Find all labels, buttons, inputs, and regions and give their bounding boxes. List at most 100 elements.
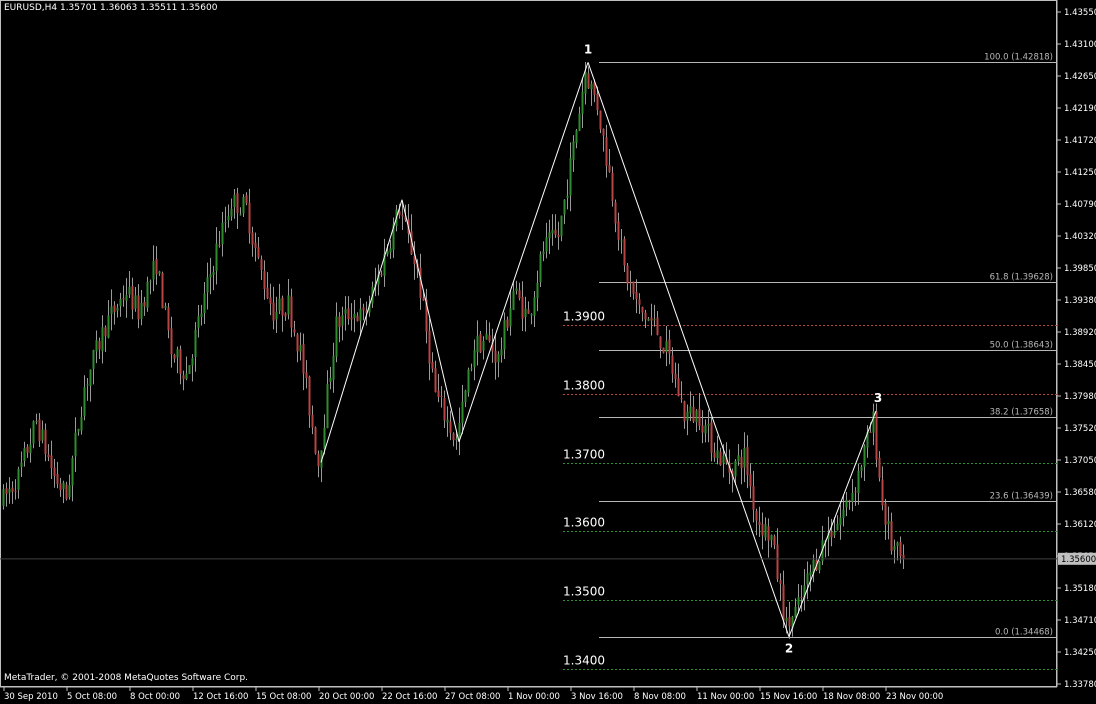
candle-body xyxy=(443,398,446,421)
candle-body xyxy=(860,466,863,471)
candle-body xyxy=(200,313,203,317)
candle-body xyxy=(623,238,626,266)
candle-body xyxy=(668,339,671,354)
candle-body xyxy=(44,429,47,454)
candle-body xyxy=(314,427,317,454)
candle-body xyxy=(659,336,662,349)
candle-body xyxy=(461,401,464,424)
fib-level-label: 100.0 (1.42818) xyxy=(984,53,1053,63)
candle-body xyxy=(401,214,404,217)
candle-body xyxy=(614,202,617,224)
candle-body xyxy=(518,290,521,299)
candle-body xyxy=(851,492,854,502)
candle-body xyxy=(584,71,587,94)
candle-body xyxy=(356,315,359,322)
candle-body xyxy=(248,202,251,234)
candle-body xyxy=(329,377,332,382)
candle-body xyxy=(863,446,866,467)
candle-body xyxy=(800,596,803,598)
candle-body xyxy=(23,448,26,461)
price-tick-label: 1.37520 xyxy=(1064,424,1096,434)
candle-body xyxy=(482,340,485,351)
price-tick-label: 1.34250 xyxy=(1064,648,1096,658)
candle-body xyxy=(167,307,170,331)
candle-body xyxy=(662,347,665,353)
time-tick-label: 27 Oct 08:00 xyxy=(445,692,500,702)
candle-body xyxy=(17,468,20,490)
candle-body xyxy=(32,421,35,444)
candle-body xyxy=(689,406,692,414)
candle-body xyxy=(35,421,38,423)
candle-body xyxy=(599,110,602,130)
candle-body xyxy=(710,422,713,453)
candle-body xyxy=(896,542,899,546)
candle-body xyxy=(527,309,530,314)
candle-body xyxy=(692,406,695,422)
candle-body xyxy=(842,509,845,518)
candle-body xyxy=(428,330,431,364)
candle-body xyxy=(779,580,782,584)
candle-body xyxy=(884,503,887,525)
wave-labels: 1 2 3 xyxy=(584,42,882,655)
candle-body xyxy=(161,273,164,309)
candle-body xyxy=(83,387,86,417)
candle-body xyxy=(647,318,650,321)
candle-body xyxy=(485,333,488,340)
candle-body xyxy=(785,617,788,622)
candle-body xyxy=(14,490,17,492)
candle-body xyxy=(539,254,542,283)
candle-body xyxy=(563,199,566,215)
candle-body xyxy=(269,297,272,304)
candle-body xyxy=(236,193,239,214)
candle-body xyxy=(695,410,698,423)
candle-body xyxy=(215,243,218,271)
time-tick-label: 8 Nov 08:00 xyxy=(634,692,686,702)
candle-body xyxy=(641,306,644,313)
time-axis[interactable]: 30 Sep 2010 5 Oct 08:00 8 Oct 00:00 12 Oct … xyxy=(3,687,943,702)
price-chart[interactable]: 1.3900 1.3800 1.3700 1.3600 1.3500 1.3400 100… xyxy=(0,0,1096,704)
candle-body xyxy=(806,573,809,585)
candle-body xyxy=(881,479,884,506)
level-label: 1.3700 xyxy=(563,448,605,462)
time-tick-label: 12 Oct 16:00 xyxy=(193,692,248,702)
candle-body xyxy=(794,606,797,618)
candle-body xyxy=(65,484,68,500)
price-tick-label: 1.39380 xyxy=(1064,296,1096,306)
candle-body xyxy=(479,334,482,353)
candle-body xyxy=(272,302,275,321)
current-price-label: 1.35600 xyxy=(1061,555,1096,565)
candle-body xyxy=(680,398,683,400)
candle-body xyxy=(62,482,65,489)
time-tick-label: 18 Nov 08:00 xyxy=(823,692,880,702)
horizontal-levels: 1.3900 1.3800 1.3700 1.3600 1.3500 1.3400 xyxy=(563,310,1057,670)
candle-body xyxy=(635,291,638,299)
candle-body xyxy=(149,280,152,282)
price-axis[interactable]: 1.43550 1.43100 1.42650 1.42190 1.41720 1.412… xyxy=(0,8,1096,690)
candle-body xyxy=(185,373,188,379)
candle-body xyxy=(50,455,53,469)
time-tick-label: 11 Nov 00:00 xyxy=(697,692,754,702)
candle-body xyxy=(590,83,593,90)
candle-body xyxy=(515,288,518,291)
candle-body xyxy=(104,327,107,337)
level-label: 1.3600 xyxy=(563,516,605,530)
candle-body xyxy=(464,390,467,403)
candle-body xyxy=(839,517,842,525)
candle-body xyxy=(158,271,161,274)
candle-body xyxy=(92,350,95,369)
candle-body xyxy=(362,307,365,311)
candle-body xyxy=(422,297,425,301)
candle-body xyxy=(221,222,224,245)
candle-body xyxy=(263,270,266,289)
candle-body xyxy=(305,372,308,379)
candle-body xyxy=(41,429,44,441)
candle-body xyxy=(578,113,581,131)
candle-body xyxy=(218,244,221,246)
candle-body xyxy=(29,444,32,454)
candle-body xyxy=(194,329,197,358)
price-tick-label: 1.34710 xyxy=(1064,616,1096,626)
candle-body xyxy=(566,195,569,198)
wave-label: 1 xyxy=(584,42,592,56)
candle-body xyxy=(155,259,158,275)
candle-body xyxy=(887,520,890,525)
